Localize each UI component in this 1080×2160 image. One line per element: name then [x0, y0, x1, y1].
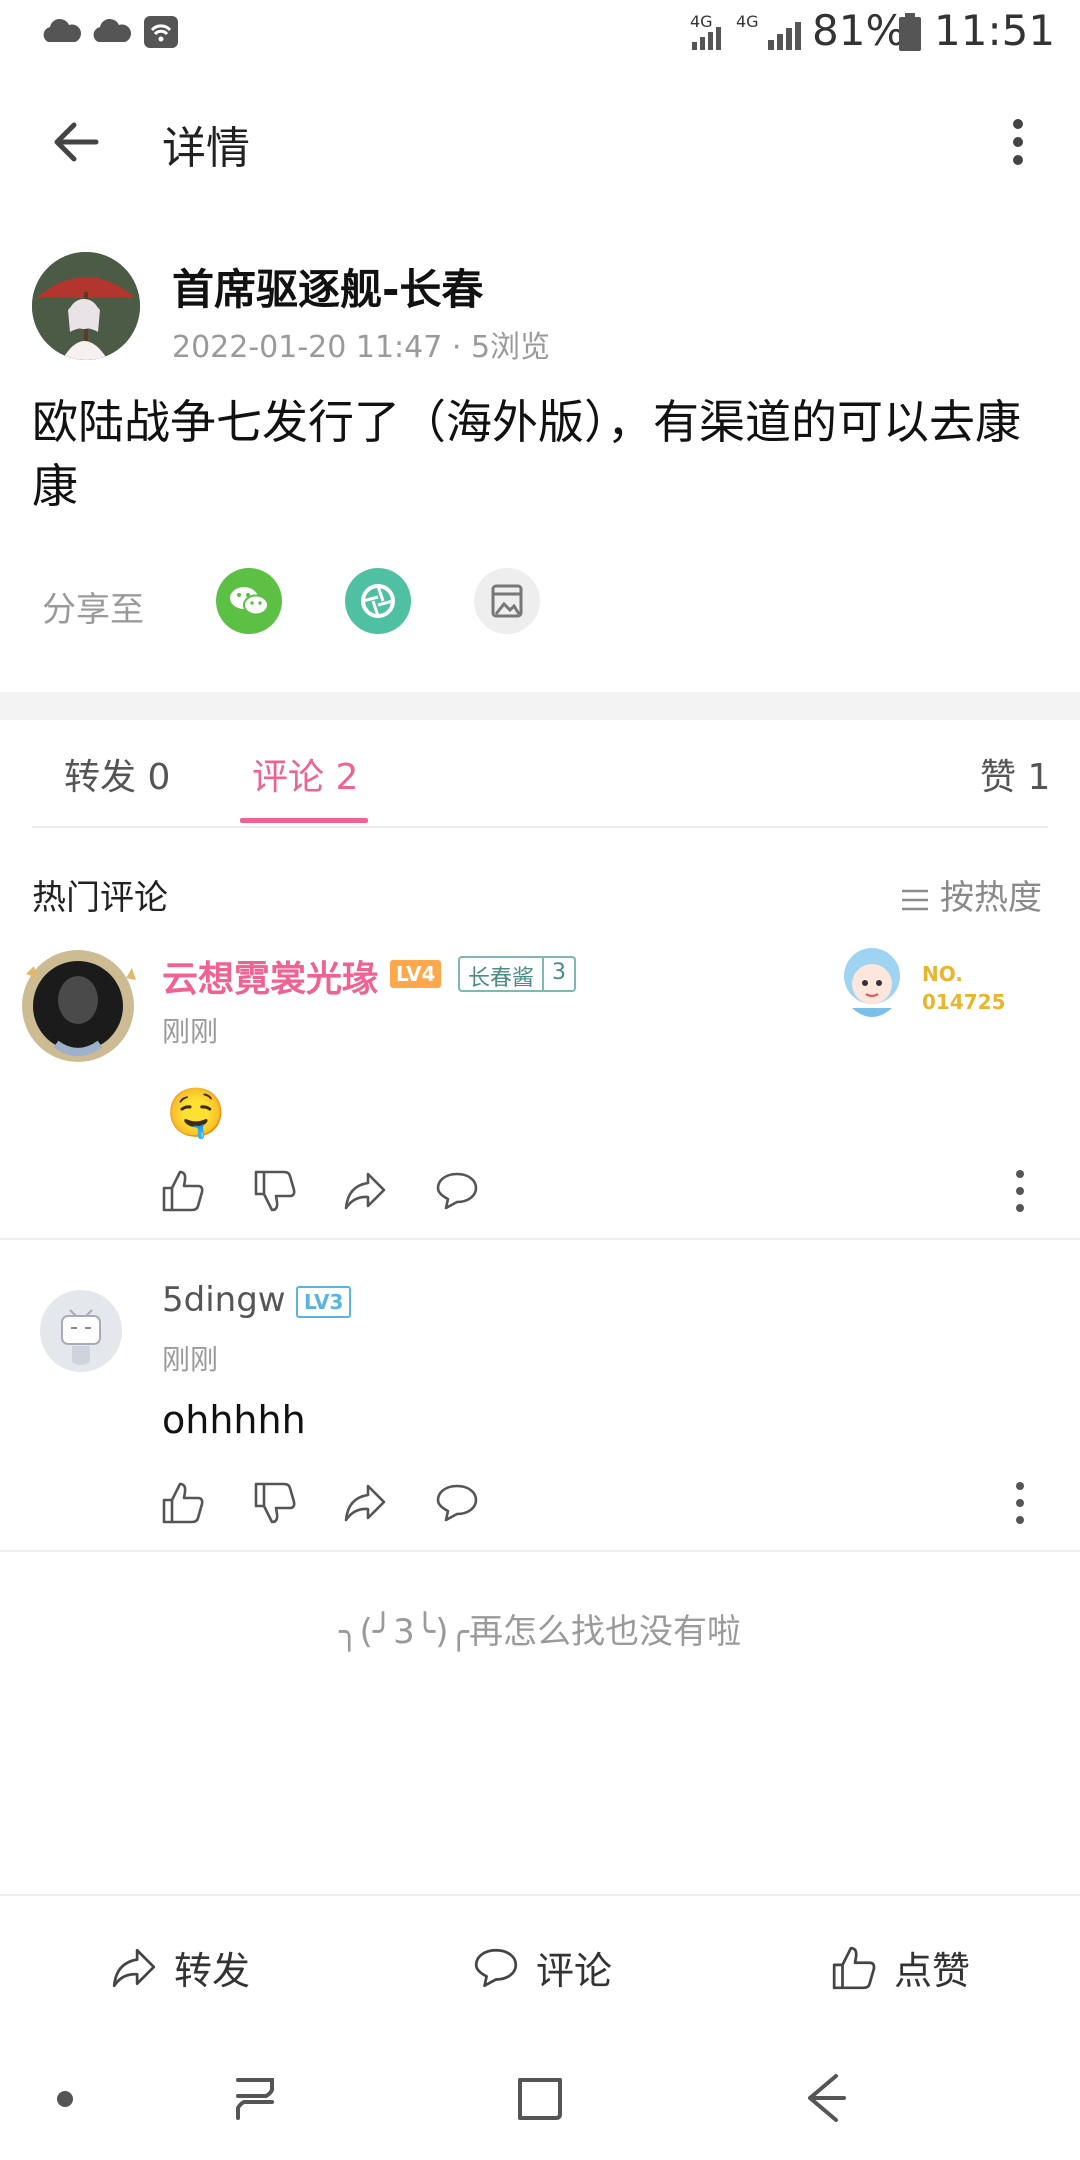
status-bar: 4G 4G 81% 11:51	[0, 0, 1080, 66]
share-arrow-icon[interactable]	[342, 1480, 388, 1526]
comment-button[interactable]: 评论	[470, 1940, 612, 1995]
comment-text: ohhhhh	[162, 1398, 306, 1442]
share-wechat-button[interactable]	[216, 568, 282, 634]
share-label: 分享至	[42, 590, 144, 630]
comment-author[interactable]: 云想霓裳光瑑	[162, 950, 378, 1002]
level-badge: LV3	[296, 1286, 352, 1318]
comment-icon	[474, 1948, 518, 1987]
comment-time: 刚刚	[162, 1343, 219, 1376]
comment-time: 刚刚	[162, 1015, 219, 1048]
signal-icon	[768, 22, 801, 50]
wifi-call-icon	[144, 16, 178, 48]
comment-more-icon[interactable]	[1015, 1168, 1025, 1214]
like-icon[interactable]	[160, 1480, 206, 1526]
comment-emoji: 🤤	[166, 1085, 226, 1141]
comment-divider	[0, 1238, 1080, 1240]
recent-apps-icon[interactable]	[230, 2070, 280, 2126]
dislike-icon[interactable]	[252, 1168, 298, 1214]
comment-author[interactable]: 5dingw	[162, 1280, 286, 1320]
medal-number: 014725	[922, 990, 1006, 1014]
hot-comments-label: 热门评论	[32, 878, 168, 918]
more-menu-icon[interactable]	[1008, 118, 1028, 166]
fan-medal-name: 长春酱	[468, 966, 535, 991]
end-of-list-message: ╮(╯3╰)╭再怎么找也没有啦	[338, 1612, 742, 1652]
tab-repost[interactable]: 转发 0	[64, 748, 170, 800]
comment-more-icon[interactable]	[1015, 1480, 1025, 1526]
like-icon[interactable]	[160, 1168, 206, 1214]
medal-character-image	[826, 936, 918, 1028]
tab-divider	[32, 826, 1048, 828]
battery-icon	[899, 13, 921, 51]
like-icon	[832, 1946, 876, 1989]
dislike-icon[interactable]	[252, 1480, 298, 1526]
back-nav-icon[interactable]	[800, 2070, 850, 2126]
share-arrow-icon	[112, 1948, 156, 1987]
bottom-action-bar: 转发 评论 点赞	[0, 1894, 1080, 2036]
tab-likes[interactable]: 赞 1	[980, 748, 1050, 800]
home-icon[interactable]	[514, 2070, 566, 2126]
level-badge: LV4	[390, 960, 442, 988]
repost-label: 转发	[174, 1949, 251, 1993]
system-nav-bar	[0, 2040, 1080, 2160]
wechat-icon	[230, 587, 269, 616]
image-share-icon	[491, 584, 523, 618]
clock: 11:51	[934, 6, 1056, 55]
fan-medal-badge: 长春酱 3	[458, 956, 577, 992]
share-arrow-icon[interactable]	[342, 1168, 388, 1214]
back-arrow-icon[interactable]	[50, 116, 102, 168]
battery-percent: 81%	[812, 6, 906, 55]
comment-avatar[interactable]	[40, 1290, 122, 1372]
nav-dot-icon[interactable]	[56, 2090, 74, 2108]
cloud-icon	[93, 18, 132, 42]
section-divider	[0, 692, 1080, 720]
sort-label: 按热度	[940, 878, 1042, 918]
sort-button[interactable]: 按热度	[900, 870, 1042, 919]
post-content: 欧陆战争七发行了（海外版），有渠道的可以去康康	[32, 395, 1021, 513]
moments-icon	[361, 584, 395, 618]
share-moments-button[interactable]	[345, 568, 411, 634]
post-meta: 2022-01-20 11:47 · 5浏览	[172, 330, 551, 365]
like-button[interactable]: 点赞	[828, 1940, 970, 1995]
author-avatar[interactable]	[32, 252, 140, 360]
comment-divider	[0, 1550, 1080, 1552]
comment-avatar[interactable]	[16, 944, 140, 1068]
comment-label: 评论	[536, 1949, 613, 1993]
repost-button[interactable]: 转发	[108, 1940, 250, 1995]
medal-no-label: NO.	[922, 962, 963, 986]
author-name[interactable]: 首席驱逐舰-长春	[172, 256, 483, 317]
like-label: 点赞	[894, 1949, 971, 1993]
cloud-icon	[43, 18, 82, 42]
fan-medal-level: 3	[542, 958, 574, 990]
tab-indicator	[240, 818, 368, 823]
page-title: 详情	[162, 123, 250, 174]
reply-icon[interactable]	[434, 1168, 480, 1214]
tab-comments[interactable]: 评论 2	[252, 748, 358, 800]
sort-list-icon	[902, 889, 928, 910]
app-bar: 详情	[0, 66, 1080, 216]
reply-icon[interactable]	[434, 1480, 480, 1526]
signal-icon	[692, 27, 721, 50]
network-type: 4G	[736, 12, 759, 31]
share-image-button[interactable]	[474, 568, 540, 634]
